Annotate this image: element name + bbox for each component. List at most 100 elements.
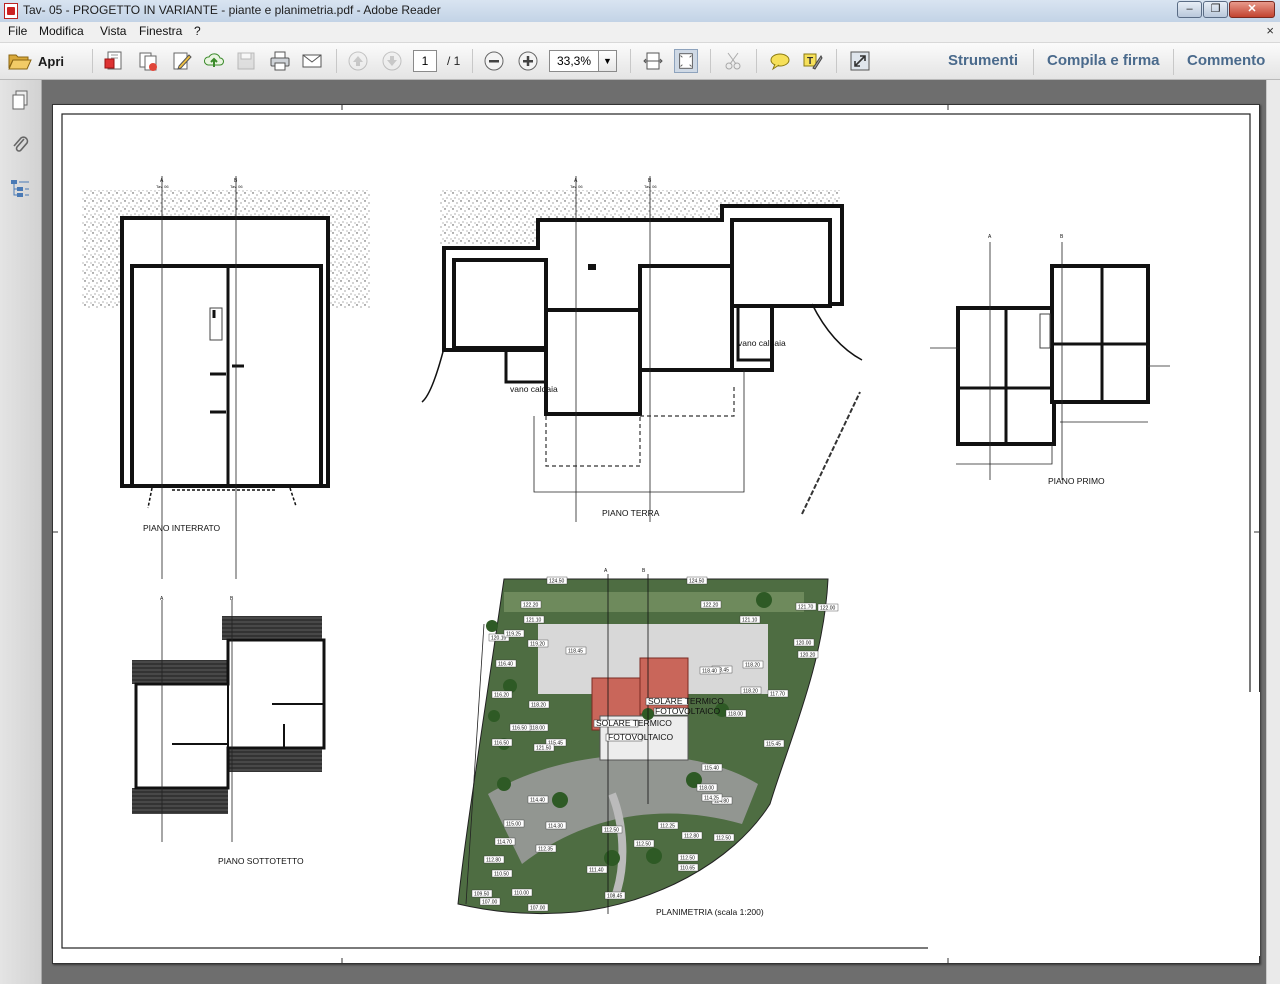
elevation-tag-value: 117.70 xyxy=(770,692,785,698)
elevation-tag-value: 111.40 xyxy=(589,868,604,874)
combine-icon[interactable] xyxy=(136,49,160,73)
toolbar-separator xyxy=(92,49,93,73)
page-number-input[interactable]: 1 xyxy=(413,50,437,72)
elevation-tag-value: 116.50 xyxy=(494,741,509,747)
close-document-icon[interactable]: × xyxy=(1266,23,1274,38)
architectural-drawing: PIANO INTERRATO vano caldaia vano caldai… xyxy=(52,104,1260,964)
comment-panel-link[interactable]: Commento xyxy=(1187,52,1265,69)
elevation-tag-value: 110.00 xyxy=(514,891,529,897)
toolbar-separator xyxy=(1033,49,1034,75)
label-piano-interrato: PIANO INTERRATO xyxy=(143,523,221,533)
elevation-tag-value: 118.20 xyxy=(531,703,546,709)
elevation-tag-value: 110.65 xyxy=(680,866,695,872)
elevation-tag-value: 122.20 xyxy=(703,603,719,609)
zoom-input[interactable]: 33,3% xyxy=(549,50,599,72)
upload-icon[interactable] xyxy=(202,49,226,73)
title-bar: Tav- 05 - PROGETTO IN VARIANTE - piante … xyxy=(0,0,1280,23)
window-title: Tav- 05 - PROGETTO IN VARIANTE - piante … xyxy=(23,3,441,17)
restore-icon[interactable]: ❐ xyxy=(1203,1,1228,18)
elevation-tag-value: 107.00 xyxy=(482,900,498,906)
elevation-tag-value: 115.40 xyxy=(704,766,719,772)
document-area[interactable]: PIANO INTERRATO vano caldaia vano caldai… xyxy=(42,80,1266,984)
create-pdf-icon[interactable] xyxy=(102,49,126,73)
minimize-icon[interactable]: – xyxy=(1177,1,1202,18)
menu-modifica[interactable]: Modifica xyxy=(39,24,84,38)
pages-icon[interactable] xyxy=(8,88,32,112)
elevation-tag-value: 118.20 xyxy=(743,689,758,695)
elevation-tag-value: 112.50 xyxy=(716,836,731,842)
toolbar-separator xyxy=(1173,49,1174,75)
menu-file[interactable]: File xyxy=(8,24,27,38)
elevation-tag-value: 116.40 xyxy=(498,662,513,668)
edit-icon[interactable] xyxy=(170,49,194,73)
elevation-tag-value: 114.40 xyxy=(530,798,545,804)
elevation-tag-value: 108.45 xyxy=(607,894,623,900)
elevation-tag-value: 107.00 xyxy=(530,906,546,912)
elevation-tag-value: 121.50 xyxy=(536,746,552,752)
toolbar-separator xyxy=(336,49,337,73)
elevation-tag-value: 118.40 xyxy=(702,669,717,675)
label-fotovoltaico-1: FOTOVOLTAICO xyxy=(655,706,721,716)
elevation-tag-value: 115.00 xyxy=(506,822,521,828)
elevation-tag-value: 112.80 xyxy=(486,858,501,864)
elevation-tag-value: 112.35 xyxy=(538,847,553,853)
section-a-marker: A xyxy=(160,596,164,602)
label-vano-caldaia-2: vano caldaia xyxy=(738,338,786,348)
page-total: / 1 xyxy=(447,54,461,68)
section-b-marker: B xyxy=(642,568,646,574)
toolbar-separator xyxy=(710,49,711,73)
vertical-scrollbar[interactable] xyxy=(1266,80,1280,984)
zoom-out-icon[interactable] xyxy=(482,49,506,73)
elevation-tag-value: 120.00 xyxy=(796,641,812,647)
label-planimetria: PLANIMETRIA (scala 1:200) xyxy=(656,907,764,917)
toolbar-separator xyxy=(756,49,757,73)
elevation-tag-value: 114.70 xyxy=(497,840,512,846)
floor-plan-attic: PIANO SOTTOTETTO xyxy=(132,600,326,866)
layers-icon[interactable] xyxy=(8,176,32,200)
cut-icon[interactable] xyxy=(721,49,745,73)
open-button[interactable]: Apri xyxy=(8,49,64,73)
chevron-down-icon[interactable]: ▼ xyxy=(599,50,617,72)
elevation-tag-value: 112.50 xyxy=(680,856,695,862)
elevation-tag-value: 121.10 xyxy=(526,618,542,624)
full-screen-icon[interactable] xyxy=(848,49,872,73)
tav-reference: Tav. 06 xyxy=(156,184,169,189)
menu-vista[interactable]: Vista xyxy=(100,24,126,38)
next-page-icon[interactable] xyxy=(380,49,404,73)
highlight-icon[interactable]: T xyxy=(800,49,824,73)
elevation-tag-value: 118.00 xyxy=(530,726,545,732)
label-vano-caldaia-1: vano caldaia xyxy=(510,384,558,394)
toolbar-separator xyxy=(836,49,837,73)
email-icon[interactable] xyxy=(300,49,324,73)
comment-icon[interactable] xyxy=(768,49,792,73)
fill-sign-panel-link[interactable]: Compila e firma xyxy=(1047,52,1160,69)
elevation-tag-value: 119.20 xyxy=(530,642,545,648)
tools-panel-link[interactable]: Strumenti xyxy=(948,52,1018,69)
elevation-tag-value: 112.50 xyxy=(636,842,651,848)
fit-width-icon[interactable] xyxy=(641,49,665,73)
elevation-tag-value: 115.45 xyxy=(766,742,781,748)
elevation-tag-value: 118.00 xyxy=(699,786,714,792)
label-solare-termico-1: SOLARE TERMICO xyxy=(648,696,724,706)
elevation-tag-value: 112.80 xyxy=(684,834,699,840)
fit-page-icon[interactable] xyxy=(674,49,698,73)
elevation-tag-value: 122.00 xyxy=(820,606,836,612)
elevation-tag-value: 124.50 xyxy=(549,579,565,585)
floor-plan-ground: vano caldaia vano caldaia PIANO TERRA xyxy=(421,176,863,522)
zoom-in-icon[interactable] xyxy=(516,49,540,73)
elevation-tag-value: 118.20 xyxy=(745,663,760,669)
elevation-tag-value: 112.25 xyxy=(660,824,675,830)
close-icon[interactable]: ✕ xyxy=(1229,1,1275,18)
svg-text:T: T xyxy=(807,56,813,67)
menu-finestra[interactable]: Finestra xyxy=(139,24,182,38)
menu-help[interactable]: ? xyxy=(194,24,201,38)
save-icon[interactable] xyxy=(234,49,258,73)
elevation-tag-value: 114.25 xyxy=(704,796,719,802)
attachments-icon[interactable] xyxy=(8,132,32,156)
tav-reference: Tav. 06 xyxy=(230,184,243,189)
previous-page-icon[interactable] xyxy=(346,49,370,73)
print-icon[interactable] xyxy=(268,49,292,73)
section-b-marker: B xyxy=(230,596,234,602)
adobe-reader-icon xyxy=(4,3,18,19)
elevation-tag-value: 122.20 xyxy=(523,603,539,609)
